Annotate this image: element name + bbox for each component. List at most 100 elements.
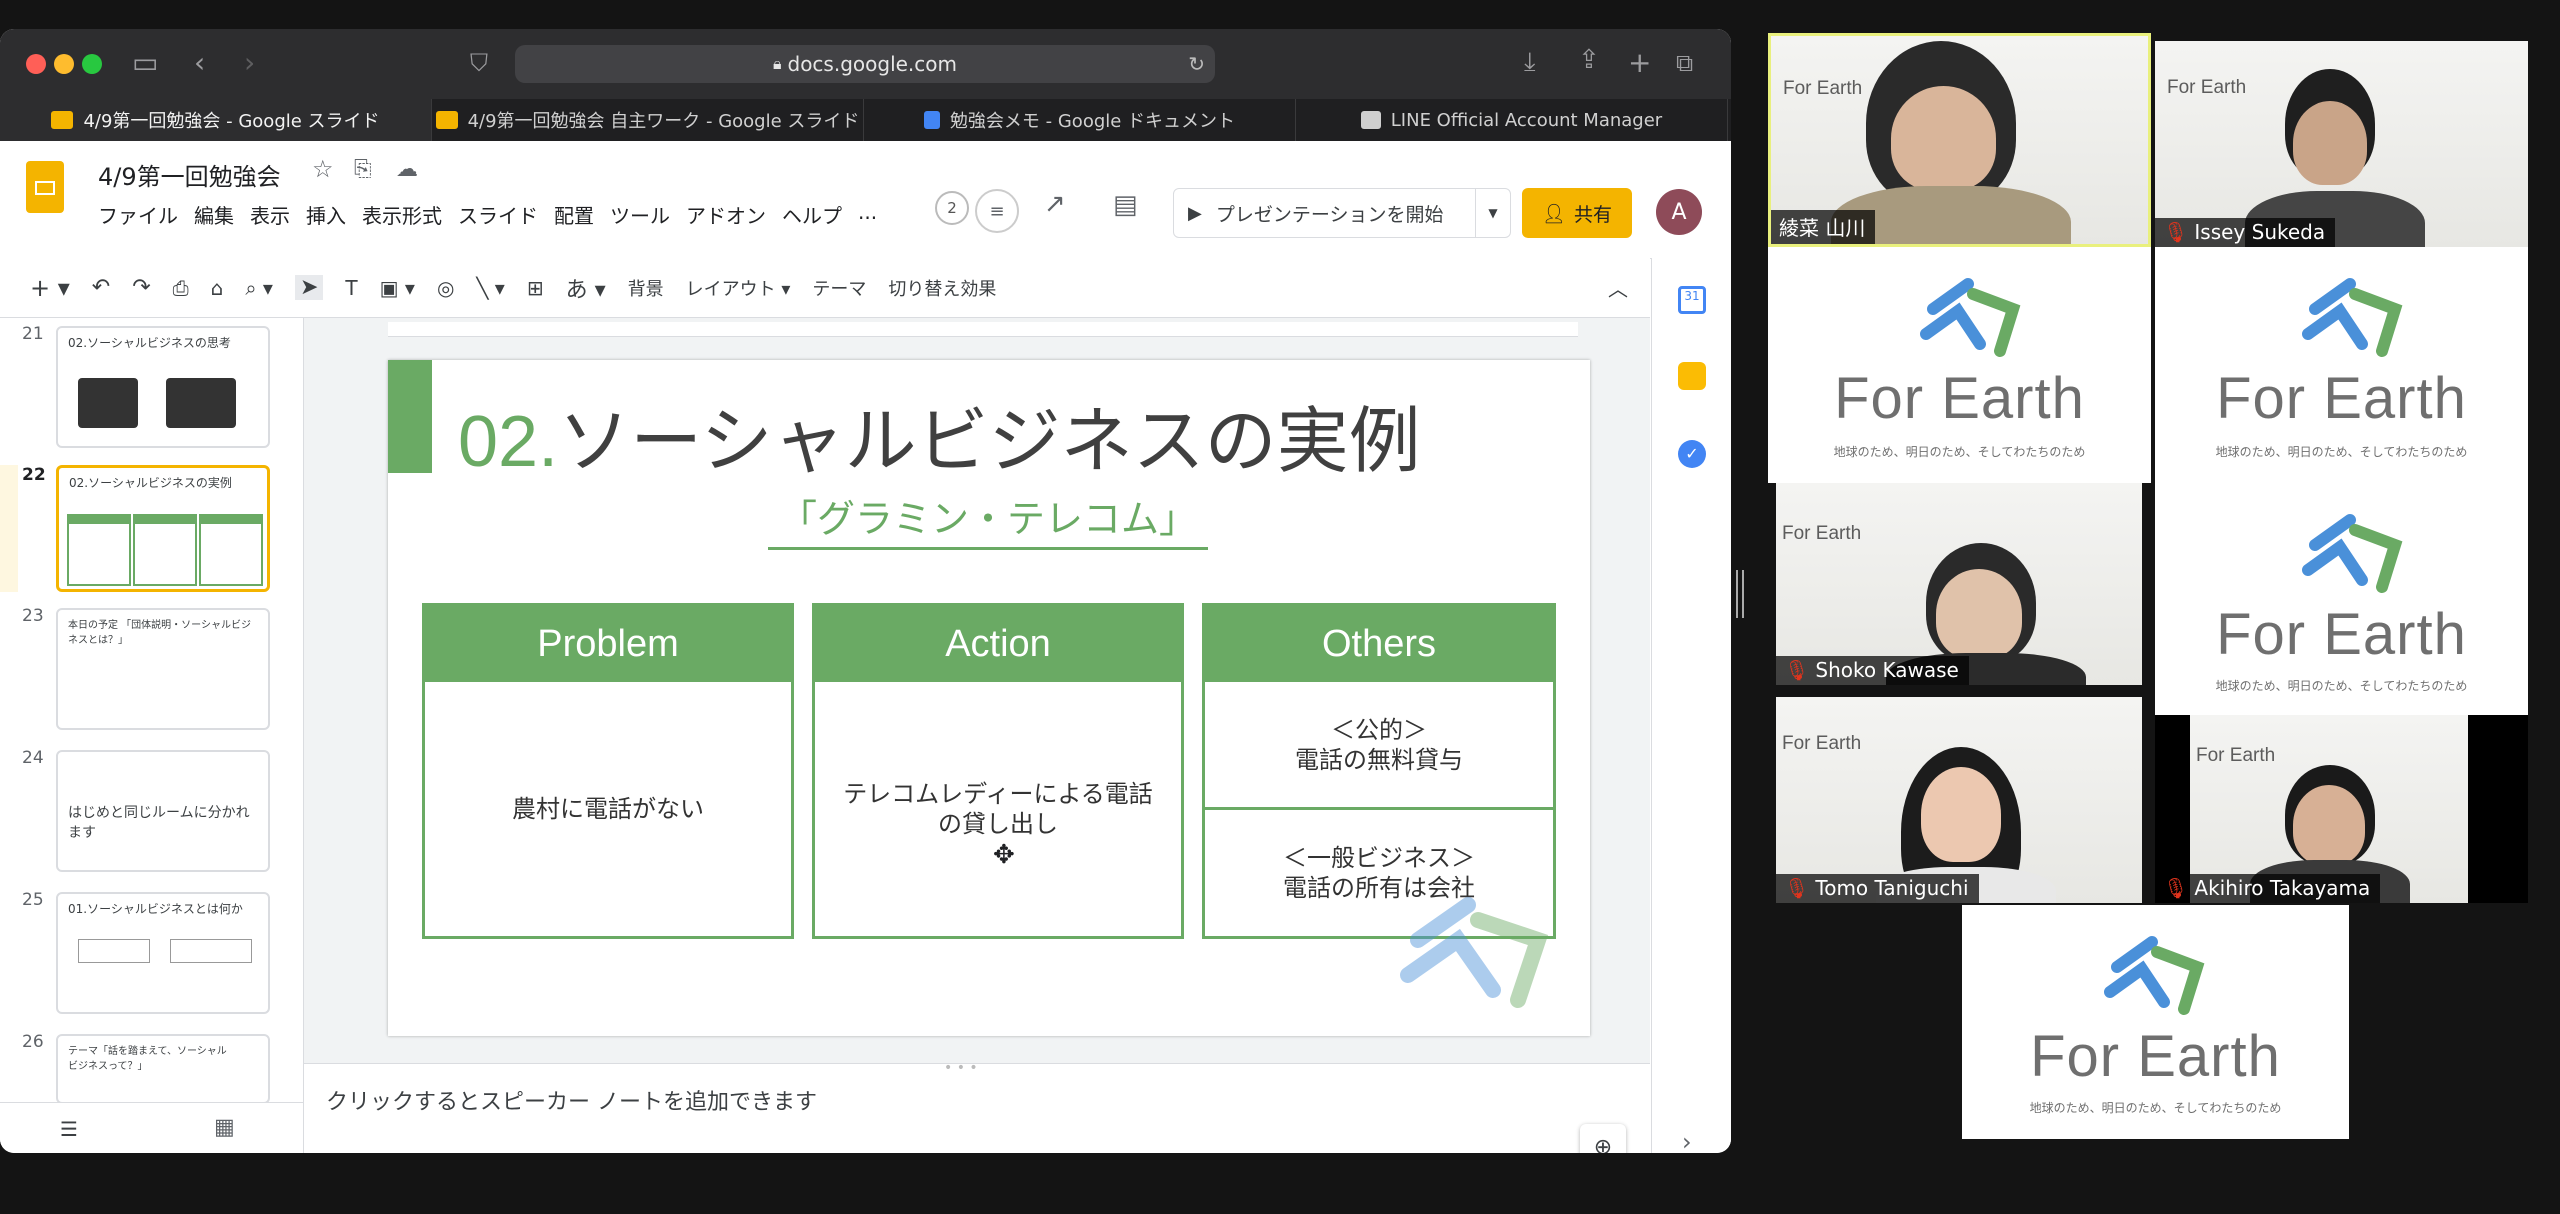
back-icon[interactable]: ‹ [194,46,205,79]
problem-body: 農村に電話がない [512,795,704,823]
slide-thumb-25[interactable]: 01.ソーシャルビジネスとは何か [56,892,270,1014]
transition-button[interactable]: 切り替え効果 [888,275,996,301]
background-logo-text: For Earth [1782,733,1862,754]
move-folder-icon[interactable]: ⎘ [354,157,372,182]
viewers-icon[interactable]: ≡ [975,189,1019,233]
list-view-icon[interactable]: ☰ [60,1117,78,1141]
browser-window: ▭ ‹ › ⛉ 🔒︎ docs.google.com ↻ ⤓ ⇪ + ⧉ 4/9… [0,29,1731,1153]
video-gallery: For Earth 綾菜 山川 For Earth 🎙︎ Issey Sukeda… [1768,33,2528,1143]
comment-icon[interactable]: ▤ [1113,190,1138,220]
logo-tile-4[interactable]: For Earth 地球のため、明日のため、そしてわたちのため [1962,905,2349,1139]
grid-view-icon[interactable]: ▦ [214,1115,235,1140]
shape-icon[interactable]: ◎ [437,276,454,300]
collapse-toolbar-icon[interactable]: ︿ [1608,273,1628,302]
zoom-icon[interactable]: ⌕ ▾ [245,276,273,300]
calendar-icon[interactable]: 31 [1678,286,1706,314]
menu-item[interactable]: スライド [458,200,538,229]
background-button[interactable]: 背景 [628,275,664,301]
action-column[interactable]: Action テレコムレディーによる電話の貸し出し [812,603,1184,939]
new-tab-icon[interactable]: + [1628,46,1651,79]
activity-icon[interactable]: ↗ [1044,189,1066,219]
logo-tagline: 地球のため、明日のため、そしてわたちのため [2215,679,2468,693]
participant-tile-2[interactable]: For Earth 🎙︎ Issey Sukeda [2155,41,2528,247]
menu-item[interactable]: 編集 [194,200,234,229]
slide-thumb-24[interactable]: はじめと同じルームに分かれます [56,750,270,872]
image-icon[interactable]: ▣ ▾ [380,276,415,300]
viewer-count[interactable]: 2 [935,191,969,225]
share-icon[interactable]: ⇪ [1578,45,1600,75]
add-note-comment-icon[interactable]: ⊕ [1580,1124,1626,1154]
problem-column[interactable]: Problem 農村に電話がない [422,603,794,939]
menu-item[interactable]: 挿入 [306,200,346,229]
comment-add-icon[interactable]: ⊞ [527,276,544,300]
tab-docs-memo[interactable]: 勉強会メモ - Google ドキュメント [864,99,1296,141]
undo-icon[interactable]: ↶ [92,275,110,300]
star-icon[interactable]: ☆ [312,155,334,183]
textbox-icon[interactable]: T [345,276,357,300]
slide-thumb-21[interactable]: 02.ソーシャルビジネスの思考 [56,326,270,448]
print-icon[interactable]: ⎙ [173,276,189,300]
thumb-title: テーマ「話を踏まえて、ソーシャルビジネスって？」 [68,1046,227,1072]
tab-slides[interactable]: 4/9第一回勉強会 - Google スライド [0,99,432,141]
tab-slides-work[interactable]: 4/9第一回勉強会 自主ワーク - Google スライド [432,99,864,141]
paint-format-icon[interactable]: ⌂ [211,276,224,300]
sidebar-toggle-icon[interactable]: ▭ [132,46,158,79]
menu-item[interactable]: 表示 [250,200,290,229]
theme-button[interactable]: テーマ [812,275,866,301]
close-window-button[interactable] [26,54,46,74]
shield-icon[interactable]: ⛉ [470,49,488,77]
download-icon[interactable]: ⤓ [1524,47,1536,78]
address-bar[interactable]: 🔒︎ docs.google.com ↻ [515,45,1215,83]
forward-icon[interactable]: › [244,46,255,79]
current-slide[interactable]: 02.ソーシャルビジネスの実例 「グラミン・テレコム」 Problem 農村に電… [388,360,1590,1036]
menu-item[interactable]: ... [858,200,877,229]
others-public-label: ＜公的＞ [1331,715,1427,744]
layout-button[interactable]: レイアウト ▾ [686,275,791,301]
tab-overview-icon[interactable]: ⧉ [1676,49,1693,77]
zoom-window-button[interactable] [82,54,102,74]
logo-tile-2[interactable]: For Earth 地球のため、明日のため、そしてわたちのため [2155,247,2528,483]
slides-favicon-icon [51,111,74,129]
menu-item[interactable]: アドオン [686,200,766,229]
slide-thumb-22[interactable]: 02.ソーシャルビジネスの実例 [56,465,270,592]
slides-logo-icon[interactable] [26,161,64,213]
logo-tile-3[interactable]: For Earth 地球のため、明日のため、そしてわたちのため [2155,483,2528,715]
menu-item[interactable]: 表示形式 [362,200,442,229]
minimize-window-button[interactable] [54,54,74,74]
reload-icon[interactable]: ↻ [1188,52,1205,76]
participant-tile-3[interactable]: For Earth 🎙︎ Shoko Kawase [1776,483,2142,685]
tasks-icon[interactable]: ✓ [1678,440,1706,468]
new-slide-icon[interactable]: + ▾ [30,274,70,302]
select-icon[interactable]: ➤ [294,275,324,300]
font-button[interactable]: あ ▾ [566,272,606,304]
account-avatar[interactable]: A [1656,189,1702,235]
logo-tile-1[interactable]: For Earth 地球のため、明日のため、そしてわたちのため [1768,247,2151,483]
present-button[interactable]: ▶ プレゼンテーションを開始 ▼ [1173,188,1511,238]
line-icon[interactable]: ╲ ▾ [476,276,504,300]
participant-name: 🎙︎ Issey Sukeda [2155,218,2336,247]
participant-tile-5[interactable]: For Earth 🎙︎ Akihiro Takayama [2155,715,2528,903]
menu-item[interactable]: 配置 [554,200,594,229]
redo-icon[interactable]: ↷ [132,275,150,300]
slide-subtitle[interactable]: 「グラミン・テレコム」 [768,488,1208,550]
ruler-horizontal [388,322,1578,337]
tab-line-manager[interactable]: LINE Official Account Manager [1296,99,1728,141]
notes-resize-handle[interactable]: • • • [944,1060,978,1076]
present-dropdown-icon[interactable]: ▼ [1475,189,1510,237]
keep-icon[interactable] [1678,362,1706,390]
slide-title[interactable]: 02.ソーシャルビジネスの実例 [458,382,1421,487]
slide-thumb-26[interactable]: テーマ「話を踏まえて、ソーシャルビジネスって？」 [56,1034,270,1104]
share-button[interactable]: 👤︎ 共有 [1522,188,1632,238]
gallery-resize-handle[interactable] [1736,570,1744,618]
menu-item[interactable]: ヘルプ [782,200,842,229]
menu-item[interactable]: ファイル [98,200,178,229]
doc-title[interactable]: 4/9第一回勉強会 [98,157,281,192]
speaker-notes[interactable]: • • • クリックするとスピーカー ノートを追加できます ⊕ [304,1060,1650,1154]
expand-panel-icon[interactable]: › [1682,1128,1692,1153]
thumb-shape [199,514,263,586]
slide-thumb-23[interactable]: 本日の予定 「団体説明・ソーシャルビジネスとは？」 [56,608,270,730]
menu-item[interactable]: ツール [610,200,670,229]
cloud-status-icon[interactable]: ☁ [396,157,418,182]
participant-tile-1[interactable]: For Earth 綾菜 山川 [1768,33,2151,247]
participant-tile-4[interactable]: For Earth 🎙︎ Tomo Taniguchi [1776,697,2142,903]
